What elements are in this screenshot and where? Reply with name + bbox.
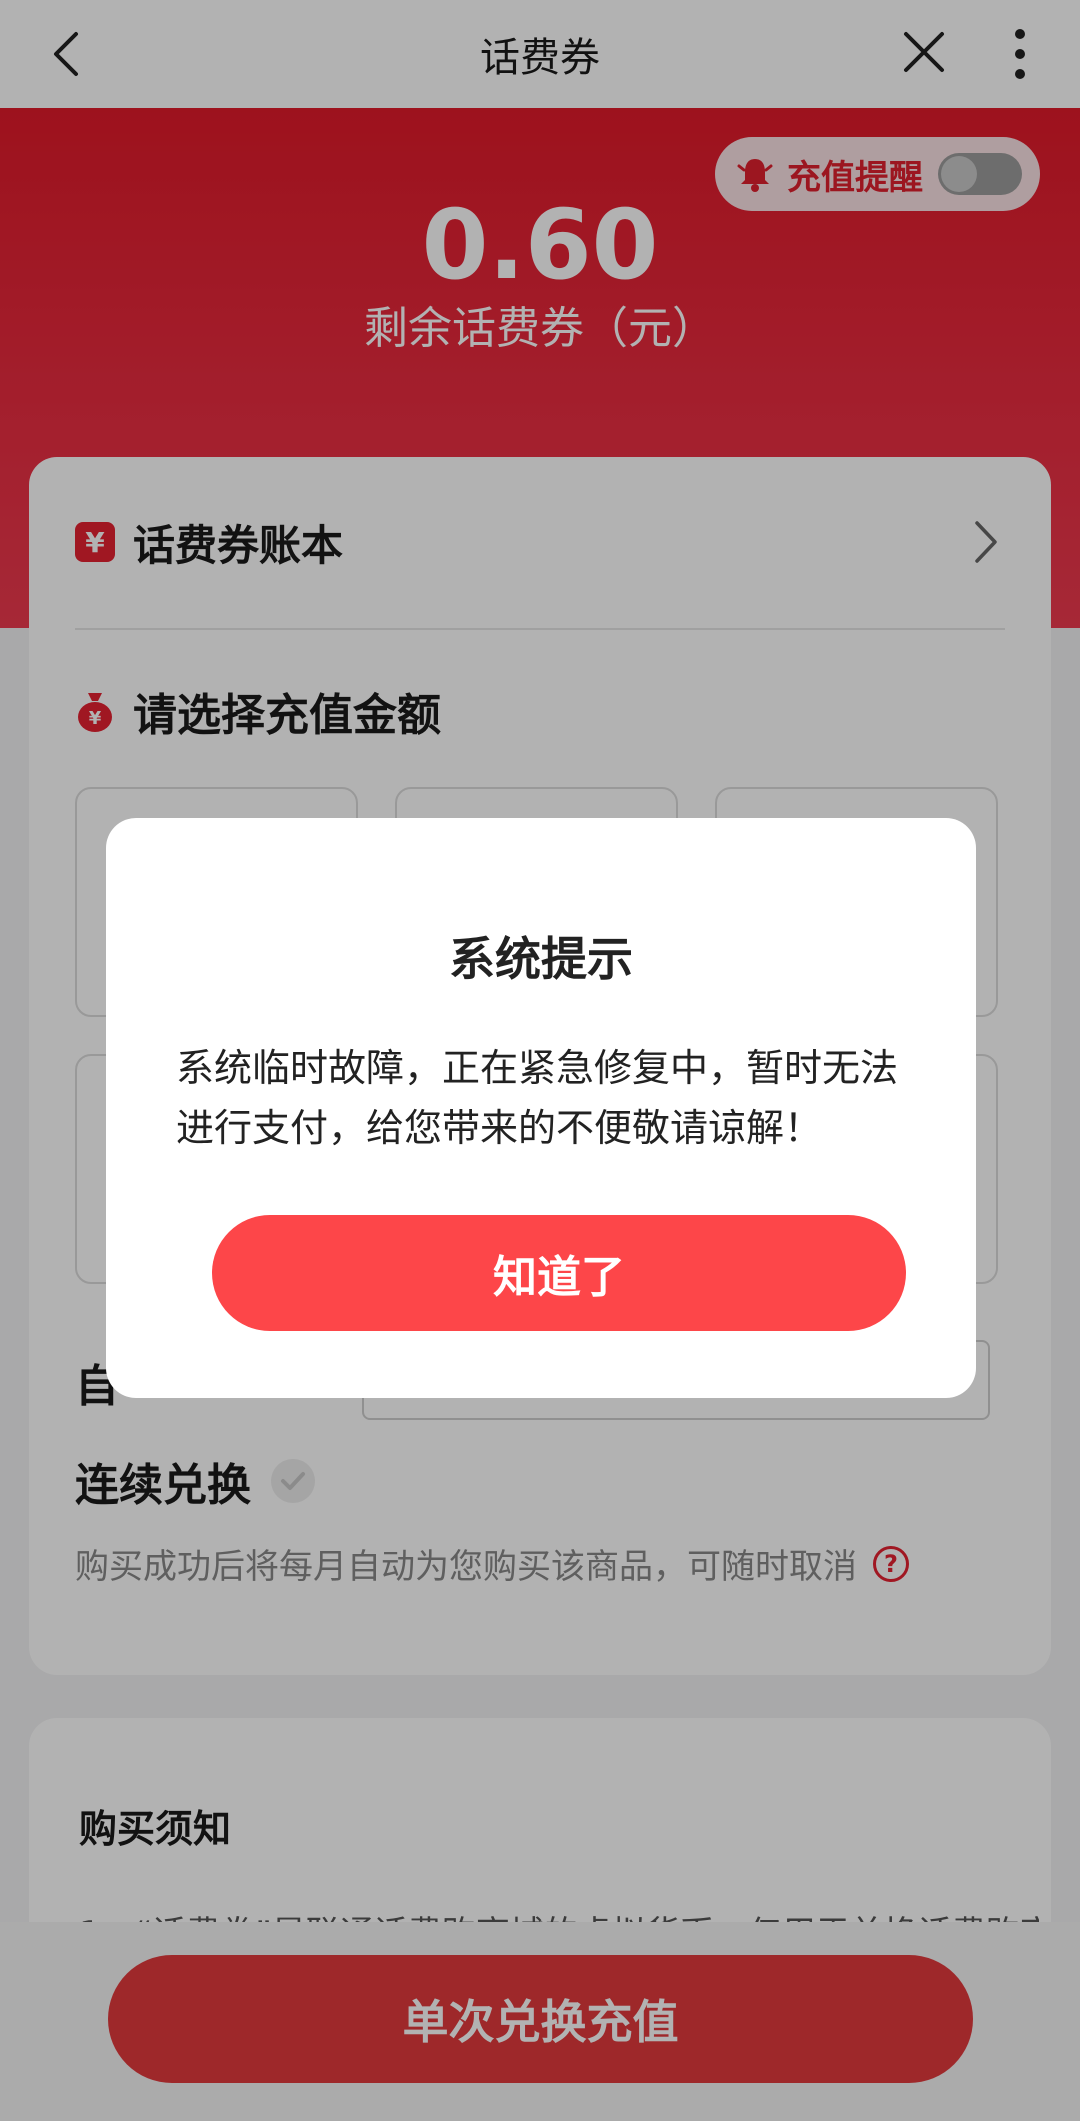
system-alert-dialog: 系统提示 系统临时故障，正在紧急修复中，暂时无法进行支付，给您带来的不便敬请谅解…	[106, 818, 976, 1398]
dialog-confirm-button[interactable]: 知道了	[212, 1215, 906, 1331]
dialog-message: 系统临时故障，正在紧急修复中，暂时无法进行支付，给您带来的不便敬请谅解！	[176, 1046, 899, 1150]
dialog-title: 系统提示	[449, 932, 633, 986]
